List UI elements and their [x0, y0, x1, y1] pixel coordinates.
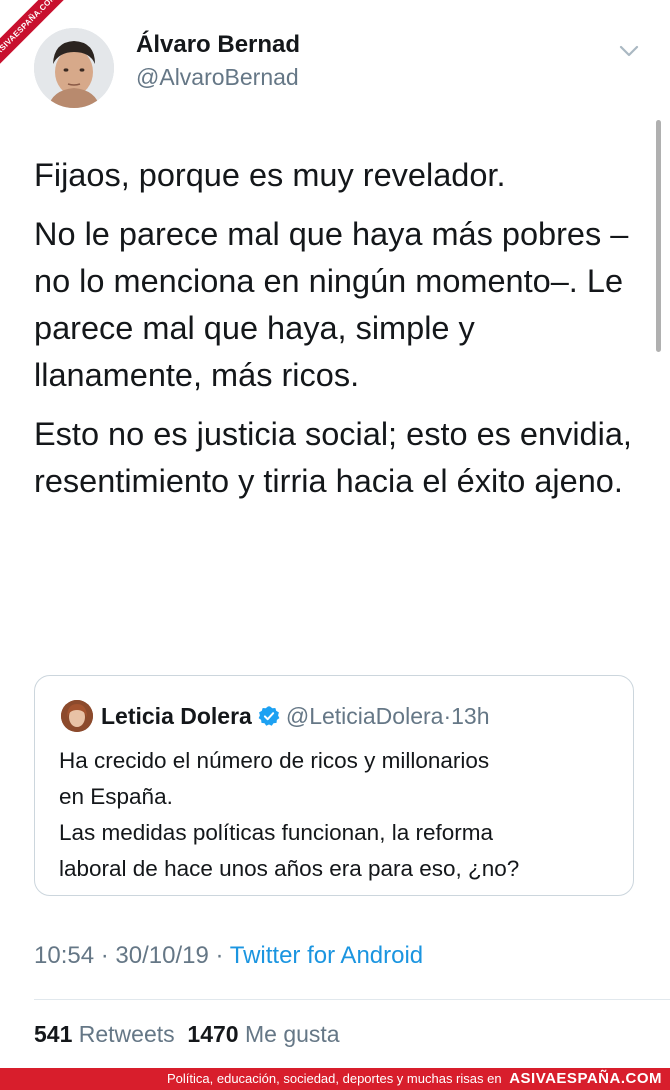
- quoted-tweet-header: Leticia Dolera @LeticiaDolera·13h: [101, 701, 489, 731]
- tweet-paragraph: Fijaos, porque es muy revelador.: [34, 157, 506, 193]
- tweet-metadata: 10:54 · 30/10/19 · Twitter for Android: [34, 942, 423, 970]
- tweet-source-link[interactable]: Twitter for Android: [230, 942, 423, 969]
- retweets-label[interactable]: Retweets: [79, 1021, 175, 1047]
- footer-banner: Política, educación, sociedad, deportes …: [0, 1068, 670, 1090]
- retweets-count[interactable]: 541: [34, 1021, 72, 1047]
- scrollbar[interactable]: [656, 120, 661, 352]
- likes-label[interactable]: Me gusta: [245, 1021, 340, 1047]
- quoted-tweet-text: Ha crecido el número de ricos y millonar…: [59, 743, 619, 887]
- quoted-text-line: en España.: [59, 784, 173, 809]
- tweet-text: Fijaos, porque es muy revelador. No le p…: [34, 152, 644, 517]
- author-name[interactable]: Álvaro Bernad: [136, 31, 300, 59]
- footer-tagline: Política, educación, sociedad, deportes …: [167, 1071, 502, 1086]
- tweet-stats: 541 Retweets 1470 Me gusta: [34, 1021, 340, 1048]
- divider: [34, 999, 670, 1000]
- quoted-tweet-card[interactable]: Leticia Dolera @LeticiaDolera·13h Ha crec…: [34, 675, 634, 896]
- tweet-date: 30/10/19: [115, 942, 209, 969]
- author-handle[interactable]: @AlvaroBernad: [136, 64, 299, 91]
- quoted-text-line: laboral de hace unos años era para eso, …: [59, 856, 520, 881]
- quoted-text-line: Ha crecido el número de ricos y millonar…: [59, 748, 490, 773]
- likes-count[interactable]: 1470: [187, 1021, 238, 1047]
- quoted-author-handle[interactable]: @LeticiaDolera: [286, 703, 444, 729]
- author-avatar-image: [34, 28, 114, 108]
- quoted-time: 13h: [451, 703, 490, 729]
- quoted-author-avatar: [61, 700, 93, 732]
- quoted-separator: ·: [443, 703, 452, 729]
- tweet-paragraph: No le parece mal que haya más pobres – n…: [34, 216, 629, 393]
- quoted-text-line: Las medidas políticas funcionan, la refo…: [59, 820, 493, 845]
- author-avatar[interactable]: [34, 28, 114, 108]
- footer-site-name: ASIVAESPAÑA.COM: [509, 1070, 662, 1087]
- chevron-down-icon[interactable]: [614, 38, 644, 64]
- tweet-time: 10:54: [34, 942, 95, 969]
- verified-badge-icon: [258, 705, 280, 727]
- meta-separator: ·: [215, 942, 224, 969]
- meta-separator: ·: [100, 942, 109, 969]
- tweet-paragraph: Esto no es justicia social; esto es envi…: [34, 416, 632, 499]
- quoted-author-name[interactable]: Leticia Dolera: [101, 703, 252, 729]
